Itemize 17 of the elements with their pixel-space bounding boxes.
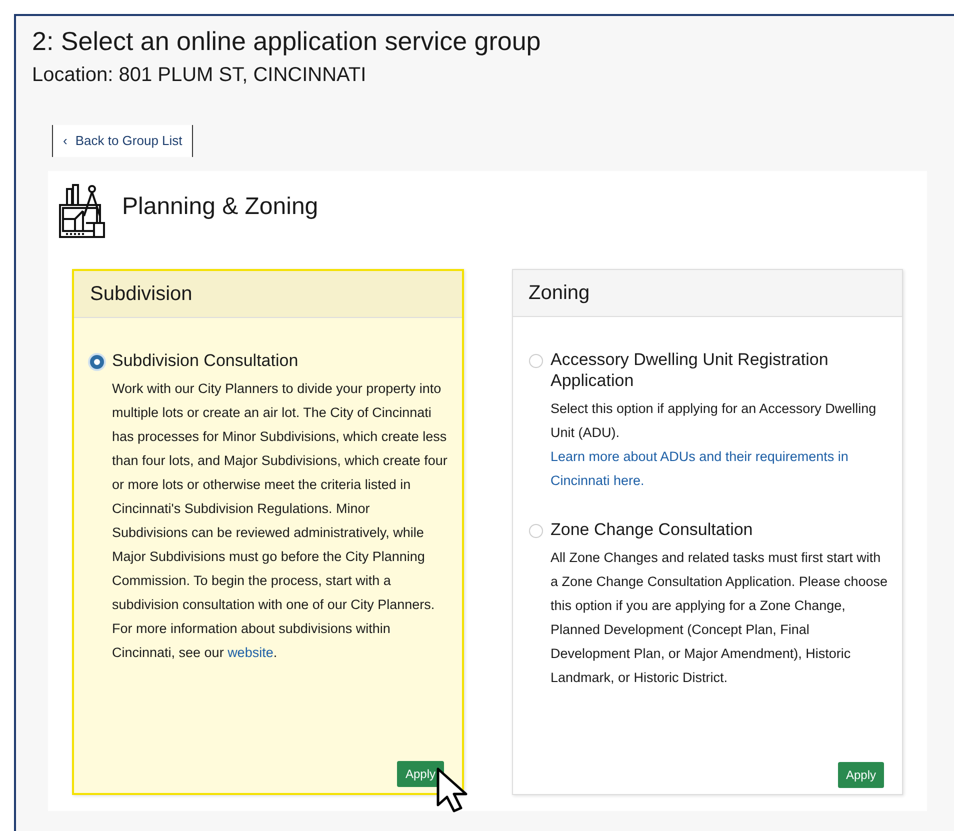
option-description: Work with our City Planners to divide your property into multiple lots or create an air lot. The City of Cincinnati has processes for Minor Subdivisions, which create less than four lots, and Major Subdivisions, which create four or more lots or otherwise meet the criteria listed in Cincinnati's Subdivision Regulations. Minor Subdivisions can be reviewed administratively, while Major Subdivisions must go before the City Planning Commission. To begin the process, start with a subdivision consultation with one of our City Planners. For more information about subdivisions within Cincinnati, see our website. — [112, 376, 448, 665]
option-title: Accessory Dwelling Unit Registration Application — [550, 348, 830, 392]
link[interactable]: website — [228, 640, 274, 665]
apply-button[interactable]: Apply — [838, 762, 884, 788]
radio-button[interactable] — [90, 354, 104, 369]
planning-tools-icon — [58, 182, 106, 241]
page-heading: 2: Select an online application service group — [32, 26, 542, 58]
option-description: Select this option if applying for an Accessory Dwelling Unit (ADU). Learn more about ADUs and their requirements in Cincinnati here. — [550, 397, 888, 494]
back-button[interactable]: ‹ Back to Group List — [52, 125, 194, 157]
option-title: Subdivision Consultation — [112, 350, 300, 371]
group-title: Zoning — [512, 270, 902, 317]
category-title: Planning & Zoning — [122, 192, 318, 222]
link[interactable]: Learn more about ADUs and their requirements in Cincinnati here. — [550, 445, 888, 494]
option-description: All Zone Changes and related tasks must first start with a Zone Change Consultation Application. Please choose this option if you are applying for a Zone Change, Planned Development (Concept Plan, Final Development Plan, or Major Amendment), Historic Landmark, or Historic District. — [550, 549, 888, 688]
option-title: Zone Change Consultation — [550, 519, 754, 540]
location-text: Location: 801 PLUM ST, CINCINNATI — [32, 63, 368, 88]
group-title: Subdivision — [74, 270, 462, 318]
